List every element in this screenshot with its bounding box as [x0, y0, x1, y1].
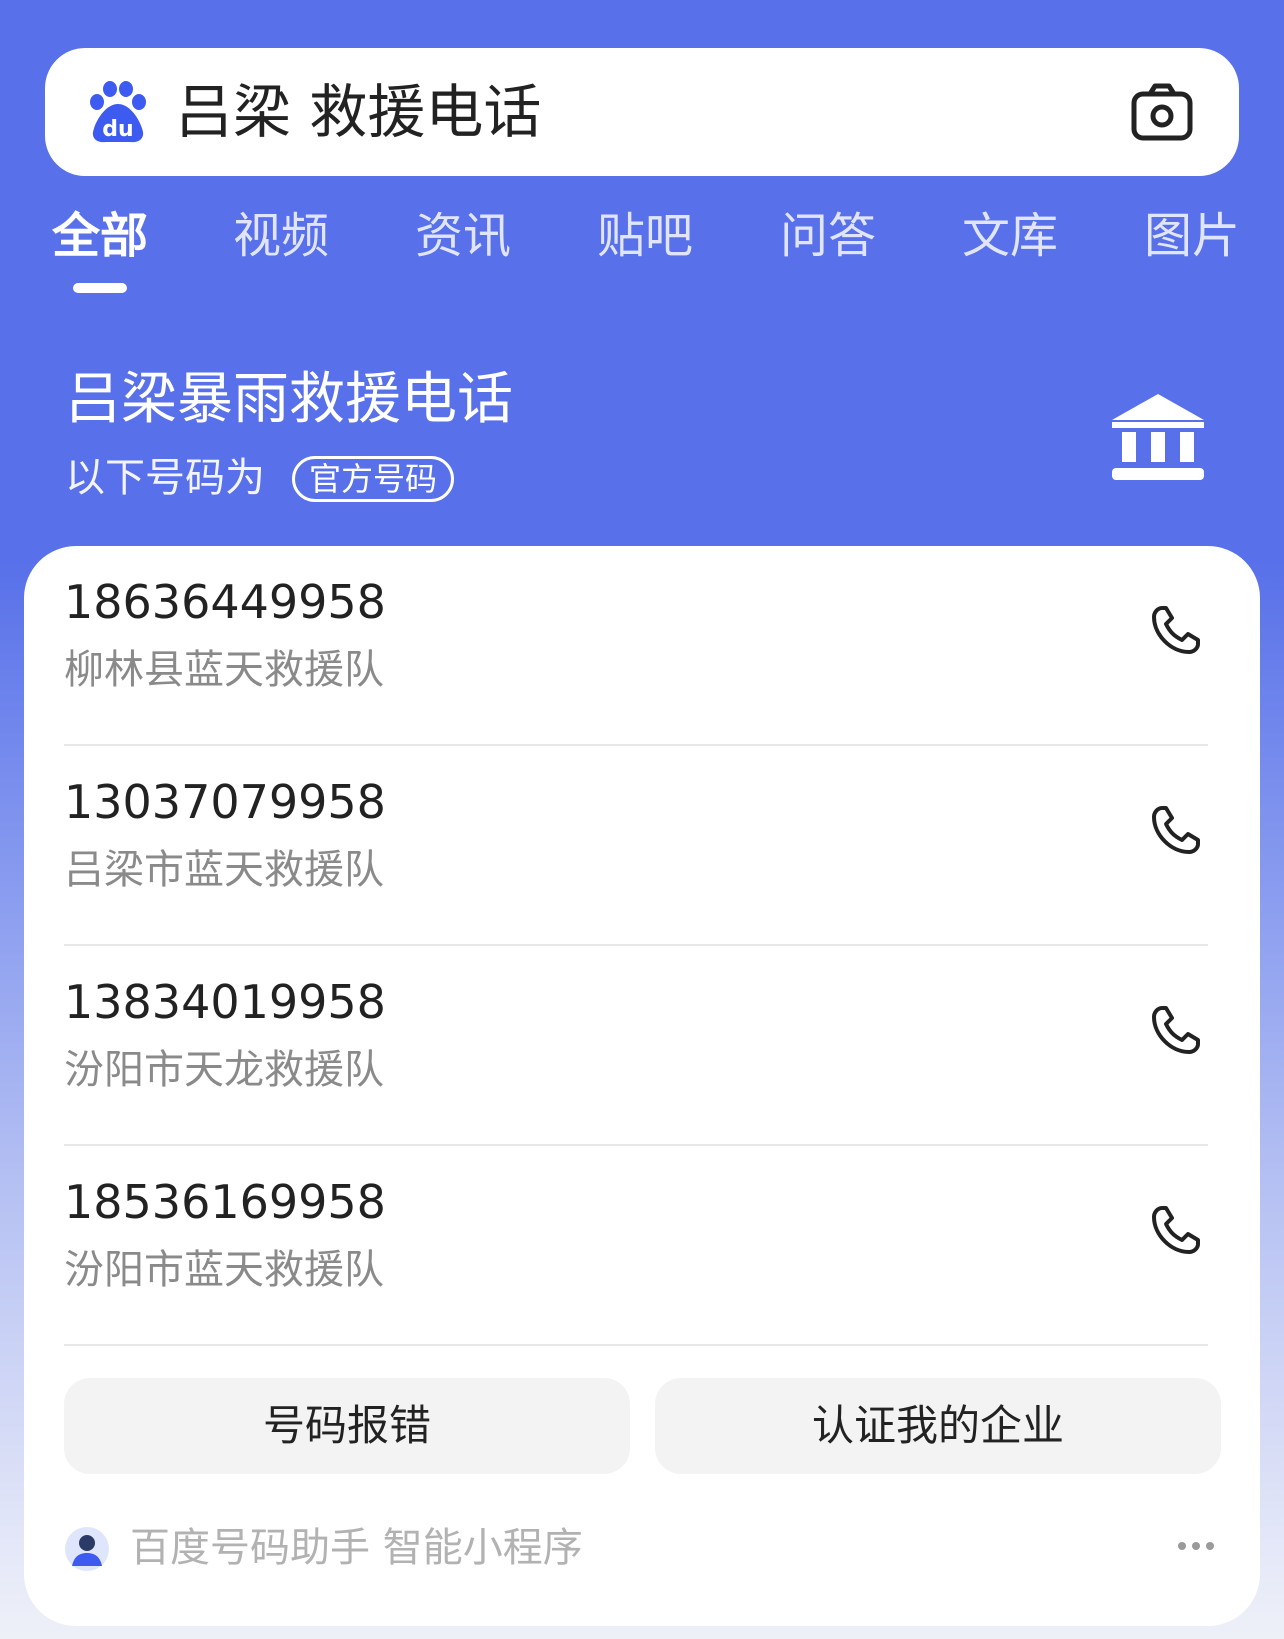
contact-row[interactable]: 18536169958 汾阳市蓝天救援队 — [64, 1146, 1208, 1346]
tab-wenku[interactable]: 文库 — [962, 200, 1058, 272]
result-title: 吕梁暴雨救援电话 — [65, 367, 513, 432]
camera-icon[interactable] — [1130, 80, 1194, 144]
tab-news[interactable]: 资讯 — [415, 200, 511, 272]
contacts-card: 18636449958 柳林县蓝天救援队 13037079958 吕梁市蓝天救援… — [24, 546, 1260, 1626]
tab-images[interactable]: 图片 — [1144, 200, 1240, 272]
search-query-text[interactable]: 吕梁 救援电话 — [175, 74, 541, 150]
phone-icon[interactable] — [1148, 602, 1204, 658]
phone-icon[interactable] — [1148, 1202, 1204, 1258]
phone-icon[interactable] — [1148, 802, 1204, 858]
phone-icon[interactable] — [1148, 1002, 1204, 1058]
tab-all[interactable]: 全部 — [52, 200, 148, 272]
result-subtitle: 以下号码为 — [65, 455, 265, 501]
svg-text:du: du — [102, 117, 133, 142]
contact-row[interactable]: 13834019958 汾阳市天龙救援队 — [64, 946, 1208, 1146]
search-tabs: 全部 视频 资讯 贴吧 问答 文库 图片 — [0, 200, 1284, 300]
report-error-button[interactable]: 号码报错 — [64, 1378, 630, 1474]
contact-row[interactable]: 18636449958 柳林县蓝天救援队 — [64, 546, 1208, 746]
contact-number: 13037079958 — [64, 775, 386, 829]
official-number-badge: 官方号码 — [292, 456, 455, 502]
assistant-avatar-icon — [65, 1527, 109, 1571]
baidu-logo-icon: du — [90, 81, 146, 143]
tab-qa[interactable]: 问答 — [780, 200, 876, 272]
search-bar[interactable]: du 吕梁 救援电话 — [45, 48, 1239, 176]
contact-name: 柳林县蓝天救援队 — [64, 647, 384, 693]
footer-text: 百度号码助手 智能小程序 — [130, 1525, 583, 1571]
tab-tieba[interactable]: 贴吧 — [597, 200, 693, 272]
contact-number: 13834019958 — [64, 975, 386, 1029]
mini-program-footer[interactable]: 百度号码助手 智能小程序 — [64, 1514, 1220, 1584]
contact-name: 汾阳市天龙救援队 — [64, 1047, 384, 1093]
verify-company-button[interactable]: 认证我的企业 — [655, 1378, 1221, 1474]
active-tab-indicator — [73, 283, 127, 293]
government-building-icon — [1112, 394, 1204, 480]
contact-name: 吕梁市蓝天救援队 — [64, 847, 384, 893]
contact-number: 18536169958 — [64, 1175, 386, 1229]
contact-number: 18636449958 — [64, 575, 386, 629]
contact-name: 汾阳市蓝天救援队 — [64, 1247, 384, 1293]
tab-video[interactable]: 视频 — [233, 200, 329, 272]
contact-row[interactable]: 13037079958 吕梁市蓝天救援队 — [64, 746, 1208, 946]
more-icon[interactable] — [1176, 1536, 1216, 1556]
